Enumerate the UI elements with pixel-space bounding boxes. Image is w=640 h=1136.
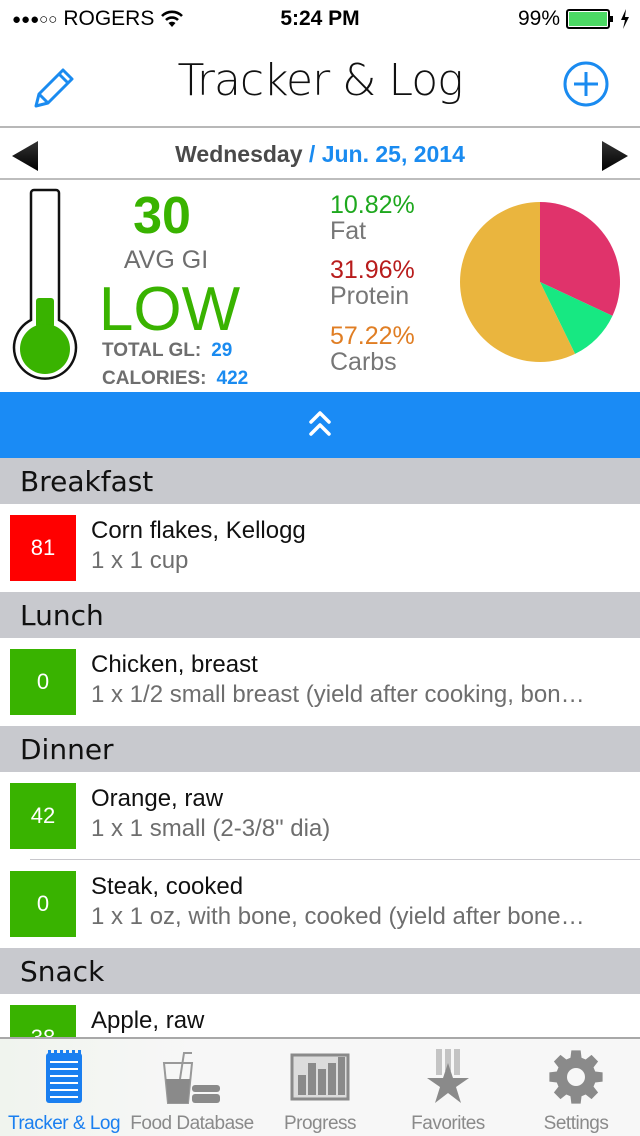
list-item[interactable]: 0 Steak, cooked 1 x 1 oz, with bone, coo…	[0, 860, 640, 948]
status-right: 99%	[518, 7, 630, 31]
food-serving: 1 x 1 small (2-3/8" dia)	[91, 815, 331, 842]
list-item[interactable]: 0 Chicken, breast 1 x 1/2 small breast (…	[0, 638, 640, 726]
date-navigator: Wednesday / Jun. 25, 2014	[0, 130, 640, 180]
gear-icon	[549, 1050, 603, 1104]
meal-log-list[interactable]: Breakfast 81 Corn flakes, Kellogg 1 x 1 …	[0, 458, 640, 1082]
total-gl: TOTAL GL: 29	[102, 340, 232, 362]
current-date: Wednesday / Jun. 25, 2014	[0, 141, 640, 168]
tab-food-database[interactable]: Food Database	[128, 1039, 256, 1136]
macro-pct: 10.82%	[330, 191, 415, 219]
food-name: Steak, cooked	[91, 873, 244, 900]
list-item[interactable]: 42 Orange, raw 1 x 1 small (2-3/8" dia)	[0, 772, 640, 860]
date-value: Jun. 25, 2014	[321, 141, 465, 167]
section-header-snack: Snack	[0, 948, 640, 994]
section-header-breakfast: Breakfast	[0, 458, 640, 504]
medal-star-icon	[427, 1049, 469, 1103]
tab-bar: Tracker & Log Food Database Progress Fav…	[0, 1037, 640, 1136]
food-name: Orange, raw	[91, 785, 224, 812]
section-header-lunch: Lunch	[0, 592, 640, 638]
macro-pct: 31.96%	[330, 256, 415, 284]
plus-circle-icon[interactable]	[562, 60, 610, 108]
food-name: Chicken, breast	[91, 651, 258, 678]
calories-value: 422	[216, 368, 249, 389]
tab-label: Food Database	[130, 1113, 254, 1134]
food-name: Apple, raw	[91, 1007, 205, 1034]
gi-badge: 0	[10, 871, 76, 937]
avg-gi-value: 30	[133, 187, 191, 245]
tab-settings[interactable]: Settings	[512, 1039, 640, 1136]
tab-progress[interactable]: Progress	[256, 1039, 384, 1136]
tab-label: Tracker & Log	[7, 1113, 121, 1134]
gi-badge: 42	[10, 783, 76, 849]
battery-percent: 99%	[517, 7, 560, 30]
gi-badge: 81	[10, 515, 76, 581]
gear-hole	[567, 1068, 585, 1086]
triangle-right-icon[interactable]	[600, 140, 630, 172]
battery-icon	[566, 9, 613, 29]
avg-gi-label: AVG GI	[123, 246, 209, 274]
macro-pie-chart	[460, 202, 620, 362]
gi-level: LOW	[98, 275, 241, 344]
collapse-summary-button[interactable]	[0, 392, 640, 458]
thermometer-icon	[12, 188, 78, 380]
bar-chart-icon	[290, 1053, 350, 1101]
thermometer-fill	[36, 298, 54, 328]
tab-favorites[interactable]: Favorites	[384, 1039, 512, 1136]
food-name: Corn flakes, Kellogg	[91, 517, 306, 544]
daily-summary: 30 AVG GI LOW TOTAL GL: 29 CALORIES: 422 1…	[0, 182, 640, 392]
food-serving: 1 x 1/2 small breast (yield after cookin…	[91, 681, 585, 708]
drink-burger-icon	[162, 1052, 220, 1104]
date-separator: /	[302, 141, 322, 167]
notepad-icon	[46, 1050, 82, 1103]
macro-protein: 31.96% Protein	[330, 257, 415, 309]
food-serving: 1 x 1 oz, with bone, cooked (yield after…	[91, 903, 585, 930]
food-serving: 1 x 1 cup	[91, 547, 189, 574]
tab-tracker-log[interactable]: Tracker & Log	[0, 1039, 128, 1136]
double-chevron-up-icon	[309, 411, 331, 436]
list-item[interactable]: 81 Corn flakes, Kellogg 1 x 1 cup	[0, 504, 640, 592]
macro-pct: 57.22%	[330, 322, 415, 350]
tab-label: Settings	[543, 1113, 609, 1134]
calories: CALORIES: 422	[102, 368, 248, 390]
page-title: Tracker & Log	[177, 55, 463, 106]
macro-name: Protein	[330, 282, 410, 310]
macro-name: Fat	[330, 217, 367, 245]
tab-label: Progress	[283, 1113, 357, 1134]
battery-fill	[569, 12, 607, 26]
tab-label: Favorites	[411, 1113, 485, 1134]
navigation-bar: Tracker & Log	[0, 40, 640, 128]
status-bar: ●●●○○ ROGERS 5:24 PM 99%	[0, 0, 640, 40]
day-of-week: Wednesday	[175, 141, 303, 167]
calories-label: CALORIES:	[102, 368, 207, 389]
gi-badge: 0	[10, 649, 76, 715]
bolt-icon	[621, 9, 629, 29]
total-gl-value: 29	[211, 340, 233, 361]
macro-name: Carbs	[330, 348, 397, 376]
total-gl-label: TOTAL GL:	[102, 340, 202, 361]
macro-fat: 10.82% Fat	[330, 192, 415, 244]
section-header-dinner: Dinner	[0, 726, 640, 772]
macro-carbs: 57.22% Carbs	[330, 323, 415, 375]
